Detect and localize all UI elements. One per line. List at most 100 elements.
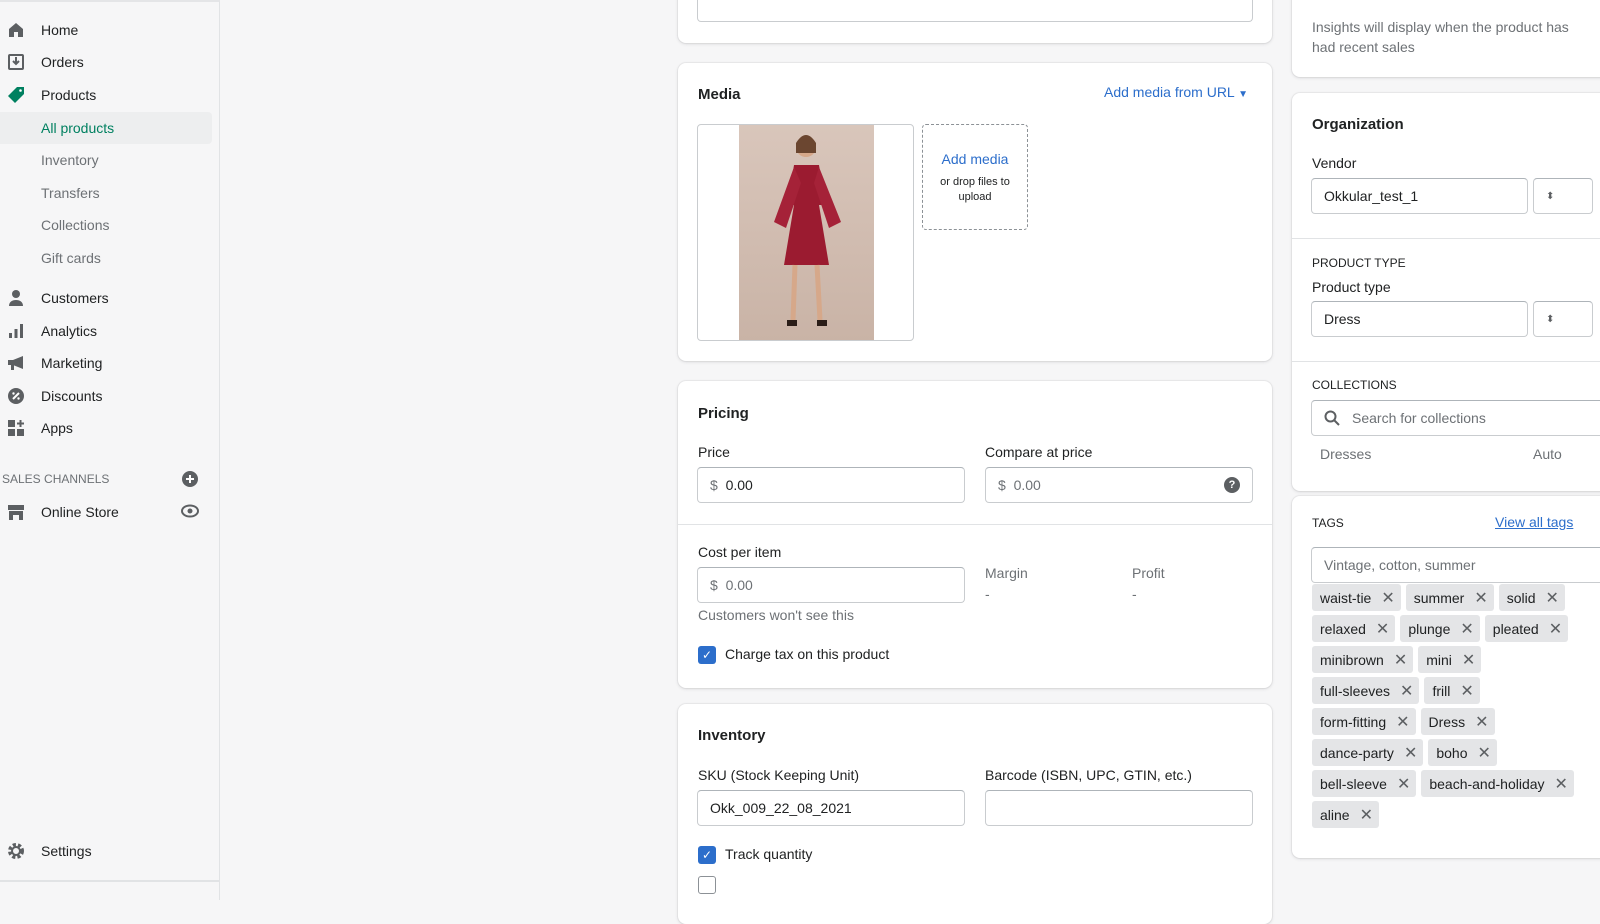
inventory-card: Inventory SKU (Stock Keeping Unit) Okk_0… xyxy=(678,704,1272,924)
media-card: Media Add media from URL ▼ Add media or … xyxy=(678,63,1272,361)
tag-list: waist-tie ✕ summer ✕ solid ✕ relaxed ✕ plunge ✕ pl… xyxy=(1312,584,1582,828)
sidebar-item-all-products[interactable]: All products xyxy=(0,112,212,144)
megaphone-icon xyxy=(7,354,25,372)
remove-tag-icon[interactable]: ✕ xyxy=(1394,650,1407,670)
sidebar-item-marketing[interactable]: Marketing xyxy=(0,347,212,379)
remove-tag-icon[interactable]: ✕ xyxy=(1474,588,1487,608)
price-input[interactable]: $ 0.00 xyxy=(697,467,965,503)
customer-icon xyxy=(7,289,25,307)
sidebar: Home Orders Products All products Invent… xyxy=(0,0,220,900)
description-input[interactable] xyxy=(697,0,1253,22)
home-icon xyxy=(7,21,25,39)
tag: bell-sleeve ✕ xyxy=(1312,770,1417,797)
inventory-title: Inventory xyxy=(698,727,766,744)
tag: waist-tie ✕ xyxy=(1312,584,1401,611)
tag: boho ✕ xyxy=(1428,739,1497,766)
product-type-select-icon[interactable]: ⬍ xyxy=(1533,301,1593,337)
eye-icon[interactable] xyxy=(181,504,199,521)
remove-tag-icon[interactable]: ✕ xyxy=(1460,619,1473,639)
dress-photo xyxy=(774,135,841,326)
tags-input[interactable]: Vintage, cotton, summer xyxy=(1311,547,1600,583)
vendor-input[interactable]: Okkular_test_1 xyxy=(1311,178,1528,214)
remove-tag-icon[interactable]: ✕ xyxy=(1397,774,1410,794)
compare-price-input[interactable]: $ 0.00 ? xyxy=(985,467,1253,503)
sales-channels-heading: SALES CHANNELS xyxy=(2,472,110,486)
remove-tag-icon[interactable]: ✕ xyxy=(1396,712,1409,732)
collection-item[interactable]: Dresses xyxy=(1320,446,1371,462)
remove-tag-icon[interactable]: ✕ xyxy=(1555,774,1568,794)
pricing-title: Pricing xyxy=(698,405,749,422)
tag: summer ✕ xyxy=(1405,584,1494,611)
sidebar-item-discounts[interactable]: Discounts xyxy=(0,380,212,412)
organization-card: Organization Vendor Okkular_test_1 ⬍ PRO… xyxy=(1292,93,1600,491)
photo-backdrop xyxy=(739,125,874,340)
remove-tag-icon[interactable]: ✕ xyxy=(1546,588,1559,608)
remove-tag-icon[interactable]: ✕ xyxy=(1404,743,1417,763)
tags-card: TAGS View all tags Vintage, cotton, summ… xyxy=(1292,496,1600,858)
remove-tag-icon[interactable]: ✕ xyxy=(1478,743,1491,763)
tag: mini ✕ xyxy=(1418,646,1482,673)
sidebar-item-inventory[interactable]: Inventory xyxy=(0,144,212,176)
tag: form-fitting ✕ xyxy=(1312,708,1416,735)
remove-tag-icon[interactable]: ✕ xyxy=(1376,619,1389,639)
collections-search-input[interactable]: Search for collections xyxy=(1311,400,1600,436)
tag: solid ✕ xyxy=(1498,584,1565,611)
organization-title: Organization xyxy=(1312,116,1404,133)
tag: aline ✕ xyxy=(1312,801,1379,828)
add-sales-channel-icon[interactable] xyxy=(182,471,198,490)
tag: beach-and-holiday ✕ xyxy=(1421,770,1574,797)
charge-tax-checkbox[interactable]: ✓ xyxy=(698,646,716,664)
add-media-url-button[interactable]: Add media from URL ▼ xyxy=(1104,84,1248,100)
remove-tag-icon[interactable]: ✕ xyxy=(1460,681,1473,701)
media-title: Media xyxy=(698,86,741,103)
insights-card: Insights will display when the product h… xyxy=(1292,0,1600,77)
vendor-select-icon[interactable]: ⬍ xyxy=(1533,178,1593,214)
barcode-input[interactable] xyxy=(985,790,1253,826)
tag: minibrown ✕ xyxy=(1312,646,1414,673)
sidebar-item-apps[interactable]: Apps xyxy=(0,412,212,444)
description-card xyxy=(678,0,1272,43)
sidebar-item-customers[interactable]: Customers xyxy=(0,282,212,314)
cost-per-item-input[interactable]: $ 0.00 xyxy=(697,567,965,603)
tag: frill ✕ xyxy=(1424,677,1480,704)
product-image[interactable] xyxy=(697,124,914,341)
sidebar-item-transfers[interactable]: Transfers xyxy=(0,177,212,209)
tag: dance-party ✕ xyxy=(1312,739,1424,766)
remove-tag-icon[interactable]: ✕ xyxy=(1381,588,1394,608)
sidebar-item-gift-cards[interactable]: Gift cards xyxy=(0,242,212,274)
add-media-button[interactable]: Add media xyxy=(923,151,1027,167)
discount-icon xyxy=(7,387,25,405)
tag: plunge ✕ xyxy=(1400,615,1480,642)
add-media-dropzone[interactable]: Add media or drop files to upload xyxy=(922,124,1028,230)
track-quantity-checkbox[interactable]: ✓ xyxy=(698,846,716,864)
remove-tag-icon[interactable]: ✕ xyxy=(1462,650,1475,670)
sku-input[interactable]: Okk_009_22_08_2021 xyxy=(697,790,965,826)
sidebar-item-analytics[interactable]: Analytics xyxy=(0,315,212,347)
sidebar-item-orders[interactable]: Orders xyxy=(0,46,212,78)
apps-icon xyxy=(7,419,25,437)
store-icon xyxy=(7,503,25,521)
sidebar-item-settings[interactable]: Settings xyxy=(0,835,212,867)
pricing-card: Pricing Price $ 0.00 Compare at price $ … xyxy=(678,381,1272,688)
tag: full-sleeves ✕ xyxy=(1312,677,1420,704)
sidebar-item-home[interactable]: Home xyxy=(0,14,212,46)
tag: Dress ✕ xyxy=(1420,708,1495,735)
remove-tag-icon[interactable]: ✕ xyxy=(1549,619,1562,639)
tag: relaxed ✕ xyxy=(1312,615,1396,642)
remove-tag-icon[interactable]: ✕ xyxy=(1360,805,1373,825)
product-type-input[interactable]: Dress xyxy=(1311,301,1528,337)
remove-tag-icon[interactable]: ✕ xyxy=(1475,712,1488,732)
caret-down-icon: ▼ xyxy=(1238,89,1248,100)
gear-icon xyxy=(7,842,25,860)
tag-icon xyxy=(7,86,25,104)
orders-icon xyxy=(7,53,25,71)
help-icon[interactable]: ? xyxy=(1224,477,1240,493)
view-all-tags-link[interactable]: View all tags xyxy=(1495,514,1573,530)
remove-tag-icon[interactable]: ✕ xyxy=(1400,681,1413,701)
continue-selling-checkbox[interactable] xyxy=(698,876,716,894)
analytics-icon xyxy=(7,322,25,340)
sidebar-item-products[interactable]: Products xyxy=(0,79,212,111)
search-icon xyxy=(1324,410,1340,426)
sidebar-item-collections[interactable]: Collections xyxy=(0,209,212,241)
tag: pleated ✕ xyxy=(1484,615,1569,642)
